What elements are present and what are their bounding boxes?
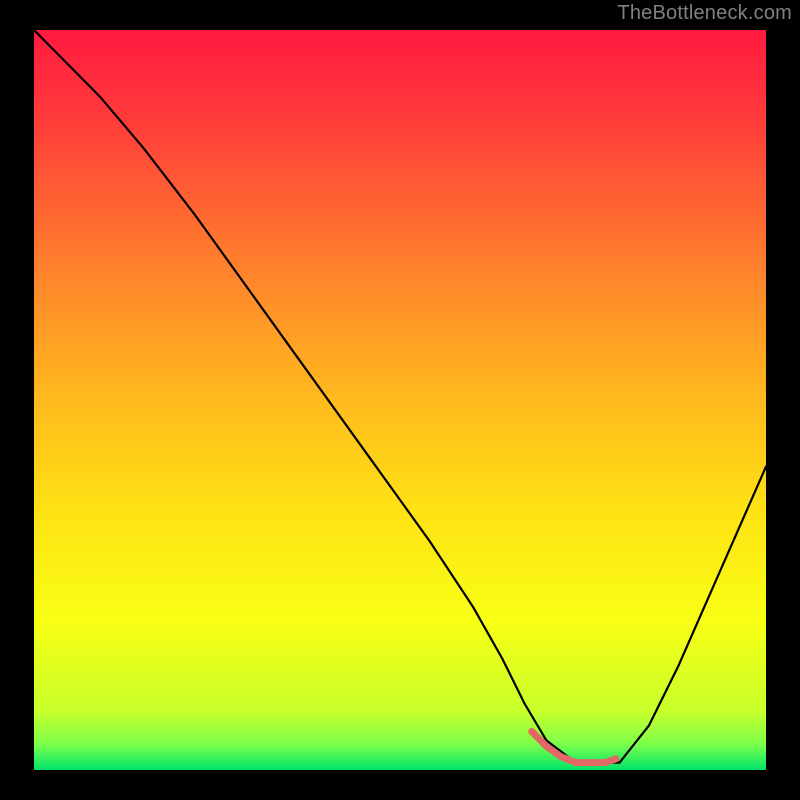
watermark-text: TheBottleneck.com <box>617 2 792 25</box>
plot-area <box>34 30 766 770</box>
gradient-background <box>34 30 766 770</box>
chart-svg <box>34 30 766 770</box>
chart-frame: TheBottleneck.com <box>0 0 800 800</box>
